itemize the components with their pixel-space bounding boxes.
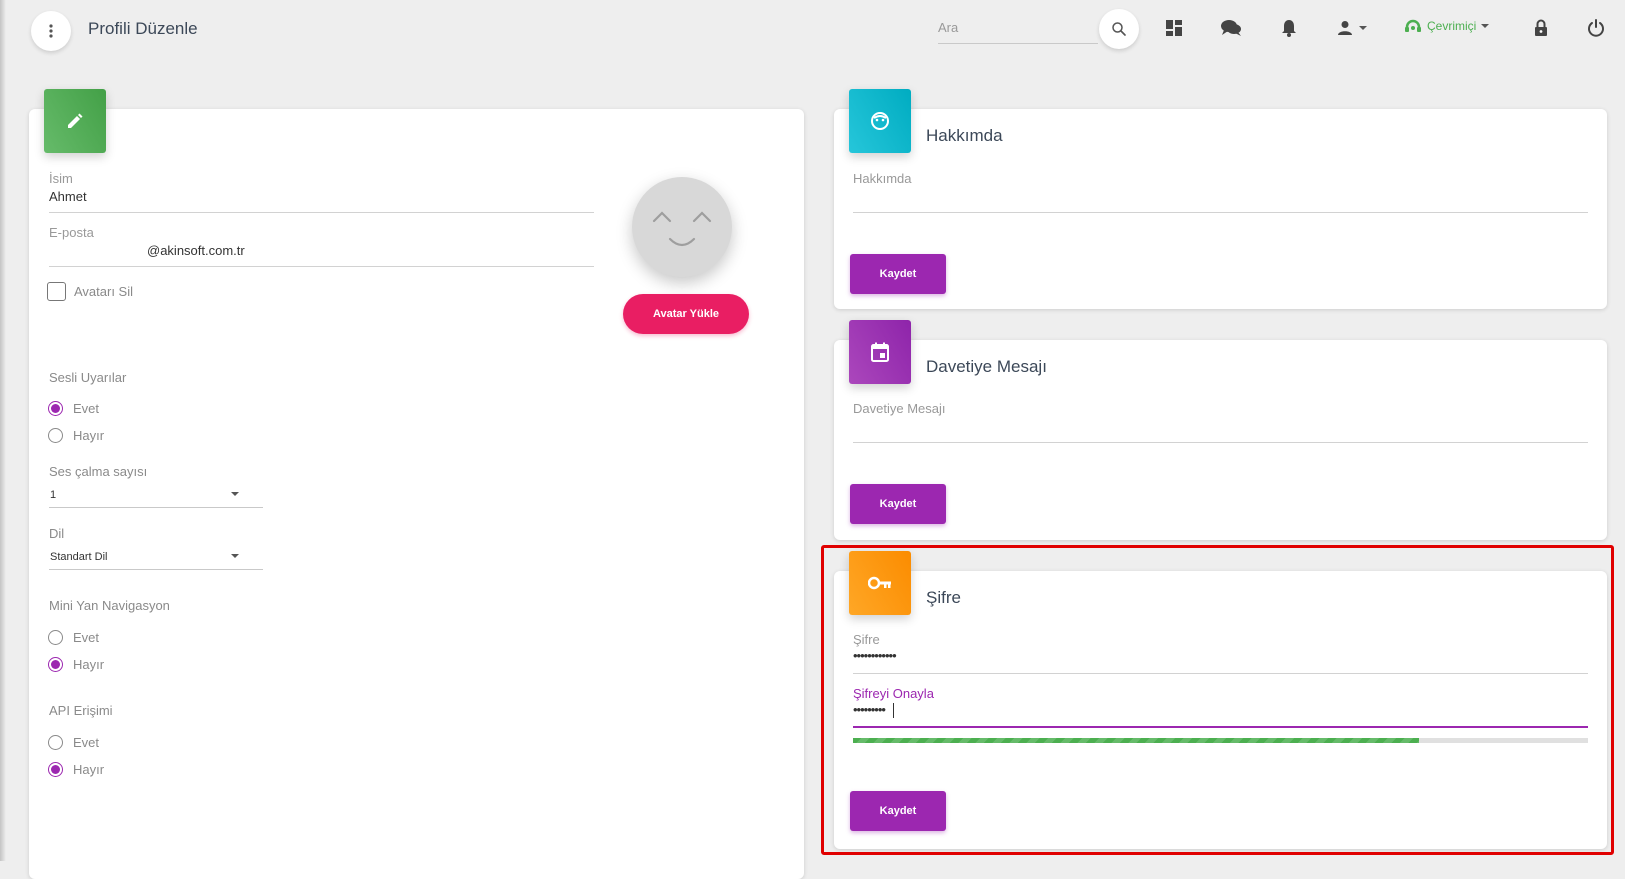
about-card-icon <box>849 89 911 153</box>
profile-card-icon <box>44 89 106 153</box>
language-label: Dil <box>49 526 65 541</box>
radio-label: Evet <box>73 401 100 416</box>
power-icon <box>1588 19 1604 37</box>
sound-alerts-no-radio[interactable]: Hayır <box>48 428 104 443</box>
remove-avatar-checkbox[interactable]: Avatarı Sil <box>47 282 133 301</box>
chevron-down-icon <box>231 492 239 496</box>
left-edge-shadow <box>0 0 6 861</box>
about-card-title: Hakkımda <box>926 126 1003 145</box>
radio-button[interactable] <box>48 762 63 777</box>
invite-save-button[interactable]: Kaydet <box>850 484 946 524</box>
user-icon <box>1338 21 1352 35</box>
status-label: Çevrimiçi <box>1427 19 1477 33</box>
email-input[interactable]: @akinsoft.com.tr <box>147 243 245 258</box>
dashboard-button[interactable] <box>1162 16 1186 40</box>
sound-count-value: 1 <box>50 489 57 501</box>
top-bar: Profili Düzenle Ara Çevrimiçi <box>0 0 1625 64</box>
radio-button[interactable] <box>48 428 63 443</box>
radio-button[interactable] <box>48 735 63 750</box>
smiley-face-icon <box>652 211 712 247</box>
radio-label: Hayır <box>73 762 105 777</box>
api-access-no-radio[interactable]: Hayır <box>48 762 104 777</box>
user-menu-button[interactable] <box>1332 16 1372 40</box>
dashboard-icon <box>1166 20 1182 36</box>
name-underline <box>49 212 594 213</box>
chevron-down-icon <box>1481 24 1490 28</box>
mini-nav-label: Mini Yan Navigasyon <box>49 598 170 613</box>
calendar-event-icon <box>871 342 889 362</box>
sound-count-select[interactable]: 1 <box>49 486 263 508</box>
search-icon <box>1112 22 1126 36</box>
chat-bubbles-icon <box>1221 20 1241 36</box>
invite-card-icon <box>849 320 911 384</box>
about-save-button[interactable]: Kaydet <box>850 254 946 294</box>
avatar <box>632 177 732 277</box>
radio-button[interactable] <box>48 630 63 645</box>
language-select[interactable]: Standart Dil <box>49 548 263 570</box>
remove-avatar-label: Avatarı Sil <box>74 284 134 299</box>
search-button[interactable] <box>1099 9 1139 49</box>
about-input[interactable] <box>853 212 1588 213</box>
sound-count-label: Ses çalma sayısı <box>49 464 148 479</box>
lock-screen-button[interactable] <box>1529 16 1553 40</box>
face-icon <box>871 112 889 130</box>
highlight-frame <box>821 545 1614 855</box>
notifications-button[interactable] <box>1277 16 1301 40</box>
mini-nav-no-radio[interactable]: Hayır <box>48 657 104 672</box>
chevron-down-icon <box>231 554 239 558</box>
logout-button[interactable] <box>1584 16 1608 40</box>
search-input[interactable] <box>938 16 1098 38</box>
pencil-icon <box>68 113 83 128</box>
more-vertical-icon <box>49 24 53 38</box>
bell-icon <box>1282 20 1296 37</box>
language-value: Standart Dil <box>50 551 108 563</box>
name-input[interactable]: Ahmet <box>49 189 87 204</box>
radio-label: Hayır <box>73 428 105 443</box>
online-status-icon <box>1405 19 1421 32</box>
messages-button[interactable] <box>1219 16 1243 40</box>
sound-alerts-label: Sesli Uyarılar <box>49 370 127 385</box>
email-underline <box>49 266 594 267</box>
search-field <box>938 16 1098 44</box>
email-label: E-posta <box>49 225 94 240</box>
menu-toggle-button[interactable] <box>31 11 71 51</box>
mini-nav-yes-radio[interactable]: Evet <box>48 630 99 645</box>
radio-label: Hayır <box>73 657 105 672</box>
radio-label: Evet <box>73 630 100 645</box>
upload-avatar-button[interactable]: Avatar Yükle <box>623 294 749 334</box>
radio-button[interactable] <box>48 401 63 416</box>
invite-input[interactable] <box>853 442 1588 443</box>
radio-label: Evet <box>73 735 100 750</box>
page-title: Profili Düzenle <box>88 19 198 38</box>
radio-button[interactable] <box>48 657 63 672</box>
api-access-label: API Erişimi <box>49 703 113 718</box>
checkbox-box[interactable] <box>47 282 66 301</box>
about-field-label: Hakkımda <box>853 171 912 186</box>
lock-icon <box>1535 19 1547 36</box>
name-label: İsim <box>49 171 73 186</box>
invite-field-label: Davetiye Mesajı <box>853 401 946 416</box>
api-access-yes-radio[interactable]: Evet <box>48 735 99 750</box>
invite-card-title: Davetiye Mesajı <box>926 357 1047 376</box>
status-dropdown[interactable]: Çevrimiçi <box>1404 18 1490 34</box>
sound-alerts-yes-radio[interactable]: Evet <box>48 401 99 416</box>
chevron-down-icon <box>1359 26 1367 30</box>
